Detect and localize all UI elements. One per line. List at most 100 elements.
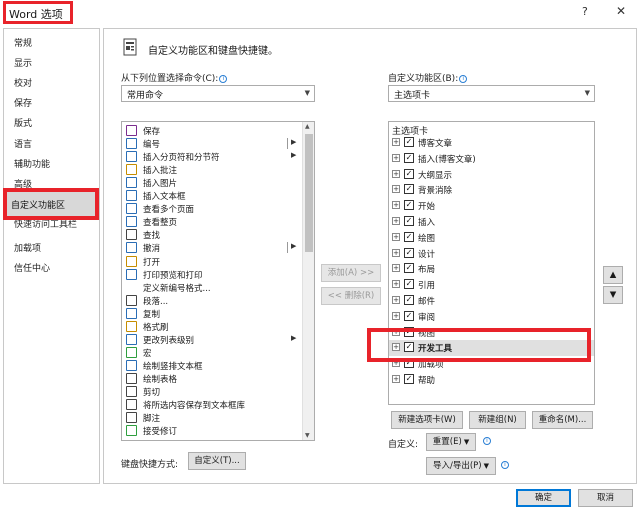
tab-checkbox[interactable]: ✓ <box>404 295 414 305</box>
tab-checkbox[interactable]: ✓ <box>404 152 414 163</box>
expand-icon[interactable]: + <box>392 264 400 273</box>
command-item[interactable]: 格式刷 <box>122 320 300 333</box>
sidebar-item-proofing[interactable]: 校对 <box>14 76 32 89</box>
tab-checkbox[interactable]: ✓ <box>404 326 414 337</box>
tab-checkbox[interactable]: ✓ <box>404 374 414 384</box>
tab-checkbox[interactable]: ✓ <box>404 184 414 195</box>
commands-list[interactable]: 保存 编号 ▶ 插入分页符和分节符 ▶ 插入批注 插入图片 插入文本框 查看多个页面 查看整页 查找… <box>121 121 315 441</box>
scroll-down-icon[interactable]: ▼ <box>305 432 310 439</box>
sidebar-item-display[interactable]: 显示 <box>14 56 32 69</box>
command-item[interactable]: 宏 <box>122 346 300 359</box>
choose-commands-dropdown[interactable]: 常用命令 ▼ <box>121 85 315 102</box>
expand-icon[interactable]: + <box>392 232 400 241</box>
command-item[interactable]: 打印预览和打印 <box>122 268 300 281</box>
ribbon-tab-item[interactable]: + ✓ 审阅 <box>389 309 594 325</box>
ribbon-tab-item[interactable]: + ✓ 帮助 <box>389 372 594 388</box>
tab-checkbox[interactable]: ✓ <box>404 247 414 258</box>
expand-icon[interactable]: + <box>392 248 400 257</box>
new-group-button[interactable]: 新建组(N) <box>469 411 526 429</box>
ribbon-tab-item[interactable]: + ✓ 插入(博客文章) <box>389 151 594 167</box>
tab-checkbox[interactable]: ✓ <box>404 216 414 226</box>
new-tab-button[interactable]: 新建选项卡(W) <box>391 411 463 429</box>
sidebar-item-typography[interactable]: 版式 <box>14 116 32 129</box>
customize-shortcuts-button[interactable]: 自定义(T)... <box>188 452 246 470</box>
ribbon-tab-item[interactable]: + ✓ 开发工具 <box>389 340 594 357</box>
reset-button[interactable]: 重置(E) ▼ <box>426 433 476 451</box>
sidebar-item-general[interactable]: 常规 <box>14 36 32 49</box>
add-button[interactable]: 添加(A) >> <box>321 264 381 282</box>
command-item[interactable]: 插入批注 <box>122 163 300 176</box>
expand-icon[interactable]: + <box>392 217 400 225</box>
import-export-button[interactable]: 导入/导出(P) ▼ <box>426 457 496 475</box>
ribbon-tab-item[interactable]: + ✓ 加载项 <box>389 356 594 372</box>
sidebar-item-trust-center[interactable]: 信任中心 <box>14 261 50 274</box>
cancel-button[interactable]: 取消 <box>578 489 633 507</box>
ribbon-tab-item[interactable]: + ✓ 引用 <box>389 277 594 293</box>
command-item[interactable]: 绘制竖排文本框 <box>122 359 300 372</box>
expand-icon[interactable]: + <box>392 296 400 304</box>
ribbon-tab-item[interactable]: + ✓ 布局 <box>389 261 594 277</box>
scroll-up-icon[interactable]: ▲ <box>305 123 310 130</box>
expand-icon[interactable]: + <box>392 343 400 352</box>
tab-checkbox[interactable]: ✓ <box>404 342 414 353</box>
command-item[interactable]: 插入分页符和分节符 ▶ <box>122 150 300 163</box>
command-item[interactable]: 将所选内容保存到文本框库 <box>122 398 300 411</box>
command-item[interactable]: 绘制表格 <box>122 372 300 385</box>
command-item[interactable]: 编号 ▶ <box>122 137 300 150</box>
command-item[interactable]: 脚注 <box>122 411 300 424</box>
ribbon-tab-item[interactable]: + ✓ 插入 <box>389 214 594 230</box>
expand-icon[interactable]: + <box>392 311 400 320</box>
tab-checkbox[interactable]: ✓ <box>404 358 414 369</box>
tab-checkbox[interactable]: ✓ <box>404 200 414 211</box>
expand-icon[interactable]: + <box>392 359 400 368</box>
expand-icon[interactable]: + <box>392 169 400 178</box>
expand-icon[interactable]: + <box>392 185 400 194</box>
expand-icon[interactable]: + <box>392 153 400 162</box>
tab-checkbox[interactable]: ✓ <box>404 279 414 290</box>
ribbon-tab-item[interactable]: + ✓ 大纲显示 <box>389 167 594 183</box>
sidebar-item-addins[interactable]: 加载项 <box>14 241 41 254</box>
tab-checkbox[interactable]: ✓ <box>404 137 414 147</box>
ribbon-tree[interactable]: 主选项卡 + ✓ 博客文章 + ✓ 插入(博客文章) + ✓ 大纲显示 + ✓ 背景消除 + ✓ 开始 + ✓ 插… <box>388 121 595 405</box>
command-item[interactable]: 复制 <box>122 307 300 320</box>
command-item[interactable]: 查找 <box>122 228 300 241</box>
sidebar-item-save[interactable]: 保存 <box>14 96 32 109</box>
expand-icon[interactable]: + <box>392 201 400 210</box>
command-item[interactable]: 插入文本框 <box>122 189 300 202</box>
scroll-thumb[interactable] <box>305 134 313 252</box>
command-item[interactable]: 查看整页 <box>122 215 300 228</box>
command-item[interactable]: 保存 <box>122 124 300 137</box>
tab-checkbox[interactable]: ✓ <box>404 168 414 179</box>
move-up-button[interactable]: ▲ <box>603 266 623 284</box>
expand-icon[interactable]: + <box>392 280 400 289</box>
command-item[interactable]: 段落... <box>122 294 300 307</box>
command-item[interactable]: 插入图片 <box>122 176 300 189</box>
command-item[interactable]: 撤消 ▶ <box>122 241 300 254</box>
command-item[interactable]: 接受修订 <box>122 424 300 437</box>
expand-icon[interactable]: + <box>392 375 400 383</box>
help-button[interactable]: ? <box>582 5 588 18</box>
ribbon-tabs-dropdown[interactable]: 主选项卡 ▼ <box>388 85 595 102</box>
close-button[interactable]: ✕ <box>616 4 626 18</box>
ok-button[interactable]: 确定 <box>516 489 571 507</box>
command-item[interactable]: 更改列表级别 ▶ <box>122 333 300 346</box>
ribbon-tab-item[interactable]: + ✓ 开始 <box>389 198 594 214</box>
expand-icon[interactable]: + <box>392 138 400 146</box>
ribbon-tab-item[interactable]: + ✓ 邮件 <box>389 293 594 309</box>
remove-button[interactable]: << 删除(R) <box>321 287 381 305</box>
tab-checkbox[interactable]: ✓ <box>404 231 414 242</box>
tab-checkbox[interactable]: ✓ <box>404 310 414 321</box>
ribbon-tab-item[interactable]: + ✓ 绘图 <box>389 230 594 246</box>
tab-checkbox[interactable]: ✓ <box>404 263 414 274</box>
sidebar-item-language[interactable]: 语言 <box>14 137 32 150</box>
ribbon-tab-item[interactable]: + ✓ 背景消除 <box>389 182 594 198</box>
ribbon-tab-item[interactable]: + ✓ 设计 <box>389 246 594 262</box>
command-item[interactable]: 查看多个页面 <box>122 202 300 215</box>
sidebar-item-customize-ribbon[interactable]: 自定义功能区 <box>3 188 99 220</box>
commands-scrollbar[interactable]: ▲ ▼ <box>302 122 314 440</box>
expand-icon[interactable]: + <box>392 327 400 336</box>
command-item[interactable]: 打开 <box>122 255 300 268</box>
command-item[interactable]: 定义新编号格式... <box>122 281 300 294</box>
ribbon-tab-item[interactable]: + ✓ 视图 <box>389 325 594 341</box>
ribbon-tab-item[interactable]: + ✓ 博客文章 <box>389 135 594 151</box>
